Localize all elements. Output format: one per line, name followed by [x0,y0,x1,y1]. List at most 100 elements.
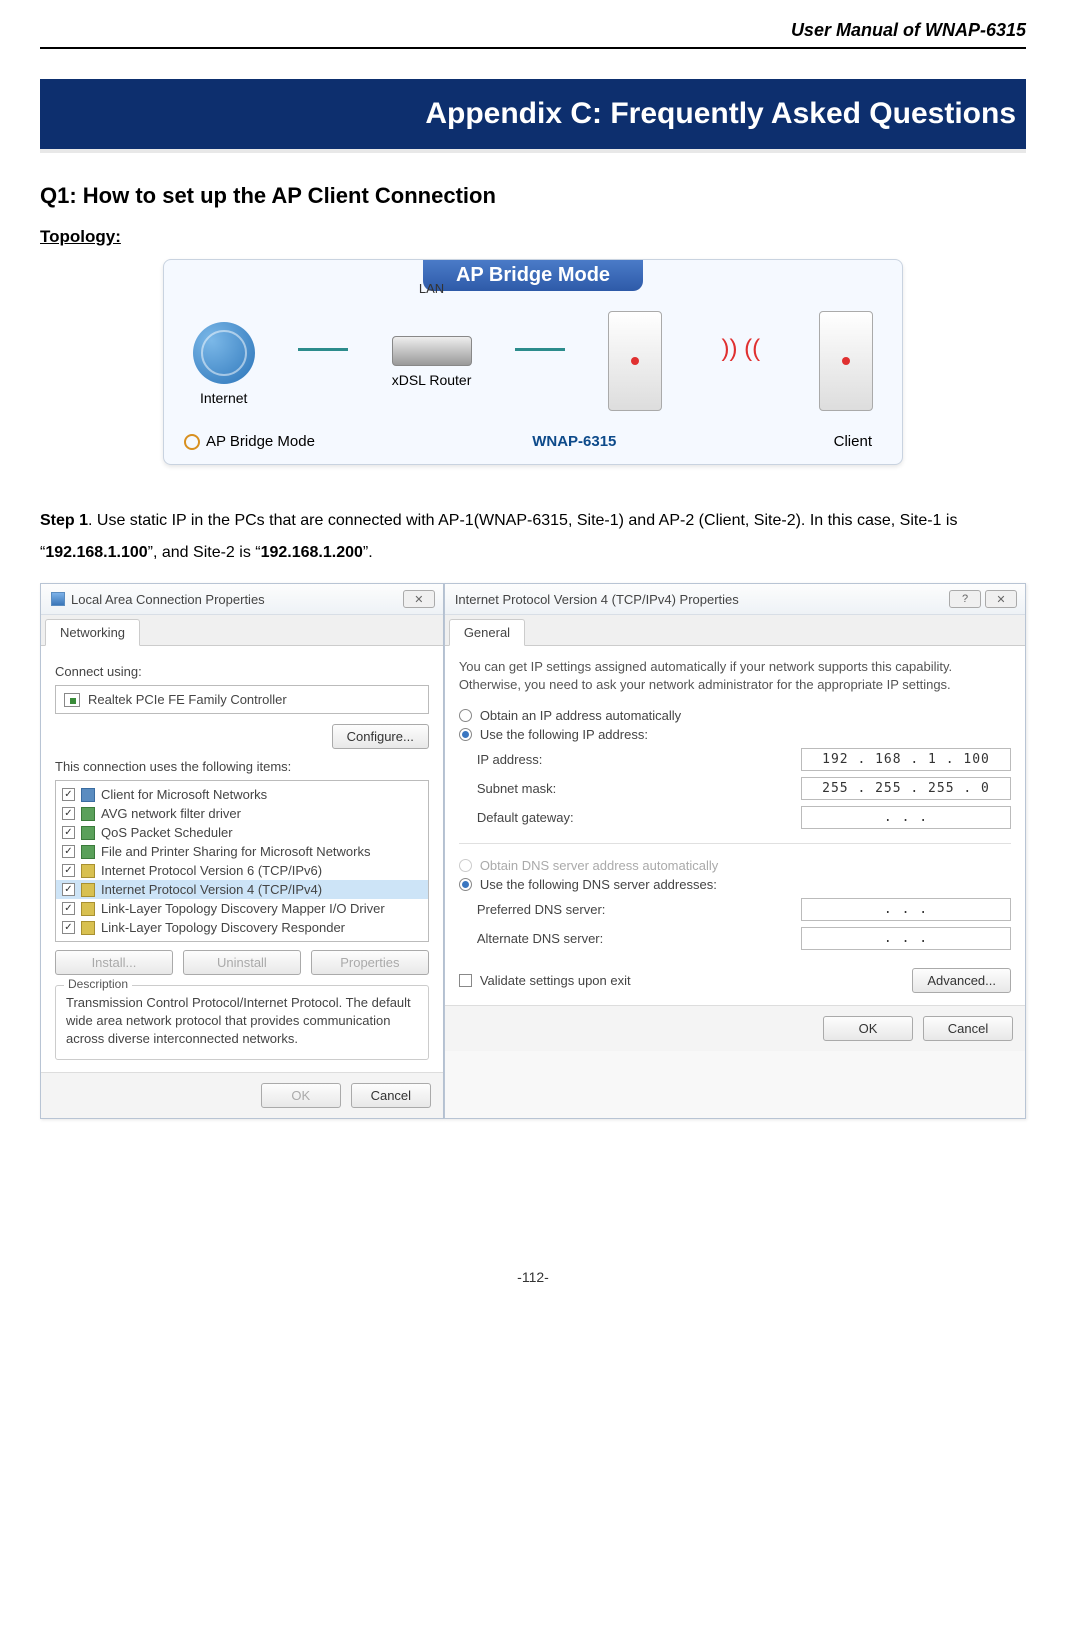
page-number: -112- [40,1269,1026,1285]
router-label: xDSL Router [392,372,472,388]
ip-address-input[interactable]: 192 . 168 . 1 . 100 [801,748,1011,771]
dialog-body: You can get IP settings assigned automat… [445,646,1025,1005]
dialog-titlebar: Internet Protocol Version 4 (TCP/IPv4) P… [445,584,1025,615]
default-gateway-label: Default gateway: [477,810,574,825]
radio-icon-selected[interactable] [459,728,472,741]
cancel-button[interactable]: Cancel [351,1083,431,1108]
help-button[interactable]: ? [949,590,981,608]
validate-label: Validate settings upon exit [480,973,631,988]
adapter-selector[interactable]: Realtek PCIe FE Family Controller [55,685,429,714]
radio-use-ip[interactable]: Use the following IP address: [459,727,1011,742]
item-label: AVG network filter driver [101,806,241,821]
list-item[interactable]: ✓ AVG network filter driver [56,804,428,823]
client-device-icon [819,311,873,411]
list-item[interactable]: ✓Link-Layer Topology Discovery Responder [56,918,428,937]
item-label: Internet Protocol Version 4 (TCP/IPv4) [101,882,322,897]
item-label: Link-Layer Topology Discovery Mapper I/O… [101,901,385,916]
uninstall-button[interactable]: Uninstall [183,950,301,975]
item-label: Internet Protocol Version 6 (TCP/IPv6) [101,863,322,878]
protocol-icon [81,921,95,935]
manual-title: User Manual of WNAP-6315 [791,20,1026,40]
list-item[interactable]: ✓ QoS Packet Scheduler [56,823,428,842]
item-label: File and Printer Sharing for Microsoft N… [101,844,370,859]
properties-button[interactable]: Properties [311,950,429,975]
tab-general[interactable]: General [449,619,525,646]
checkbox-icon[interactable]: ✓ [62,845,75,858]
dialog-button-bar: OK Cancel [41,1072,443,1118]
adapter-name: Realtek PCIe FE Family Controller [88,692,287,707]
ip-fields: IP address: 192 . 168 . 1 . 100 Subnet m… [477,748,1011,829]
ok-button[interactable]: OK [823,1016,913,1041]
alternate-dns-input[interactable]: . . . [801,927,1011,950]
tab-row: General [445,615,1025,646]
router-icon [392,336,472,366]
checkbox-icon[interactable] [459,974,472,987]
protocol-icon [81,788,95,802]
close-button[interactable]: ✕ [403,590,435,608]
step1-paragraph: Step 1. Use static IP in the PCs that ar… [40,505,1026,569]
wireless-signal-icon: )) (( [706,335,776,363]
default-gateway-input[interactable]: . . . [801,806,1011,829]
subnet-mask-input[interactable]: 255 . 255 . 255 . 0 [801,777,1011,800]
list-item[interactable]: ✓ Client for Microsoft Networks [56,785,428,804]
dns-fields: Preferred DNS server: . . . Alternate DN… [477,898,1011,950]
advanced-button[interactable]: Advanced... [912,968,1011,993]
protocol-icon [81,902,95,916]
protocol-icon [81,826,95,840]
checkbox-icon[interactable]: ✓ [62,807,75,820]
checkbox-icon[interactable]: ✓ [62,788,75,801]
topology-figure: AP Bridge Mode Internet LAN xDSL Router … [40,259,1026,465]
checkbox-icon[interactable]: ✓ [62,826,75,839]
radio-auto-dns[interactable]: Obtain DNS server address automatically [459,858,1011,873]
radio-label: Use the following DNS server addresses: [480,877,717,892]
list-item[interactable]: ✓ Link-Layer Topology Discovery Mapper I/… [56,899,428,918]
tab-networking[interactable]: Networking [45,619,140,646]
protocol-icon [81,807,95,821]
adapter-icon [64,693,80,707]
radio-auto-ip[interactable]: Obtain an IP address automatically [459,708,1011,723]
dialog-title: Internet Protocol Version 4 (TCP/IPv4) P… [455,592,739,607]
ip-address-label: IP address: [477,752,543,767]
radio-label: Obtain an IP address automatically [480,708,681,723]
checkbox-icon[interactable]: ✓ [62,864,75,877]
topology-label: Topology: [40,227,1026,247]
dns-radio-group: Obtain DNS server address automatically … [459,843,1011,950]
install-button-row: Install... Uninstall Properties [55,950,429,975]
connection-items-list[interactable]: ✓ Client for Microsoft Networks ✓ AVG netw… [55,780,429,942]
radio-icon-selected[interactable] [459,878,472,891]
checkbox-icon[interactable]: ✓ [62,883,75,896]
ok-button[interactable]: OK [261,1083,341,1108]
checkbox-icon[interactable]: ✓ [62,902,75,915]
topo-line-2 [515,348,565,351]
topo-client [819,311,873,417]
validate-row: Validate settings upon exit Advanced... [459,968,1011,993]
topo-internet: Internet [193,322,255,406]
device-icon [608,311,662,411]
dialog-body: Connect using: Realtek PCIe FE Family Co… [41,646,443,1072]
radio-icon[interactable] [459,709,472,722]
tab-row: Networking [41,615,443,646]
list-item[interactable]: ✓ File and Printer Sharing for Microsoft … [56,842,428,861]
close-button[interactable]: ✕ [985,590,1017,608]
info-paragraph: You can get IP settings assigned automat… [459,658,1011,694]
dialog-button-bar: OK Cancel [445,1005,1025,1051]
list-item[interactable]: ✓ Internet Protocol Version 6 (TCP/IPv6) [56,861,428,880]
validate-checkbox-row[interactable]: Validate settings upon exit [459,973,631,988]
item-label: QoS Packet Scheduler [101,825,233,840]
radio-use-dns[interactable]: Use the following DNS server addresses: [459,877,1011,892]
list-item-selected[interactable]: ✓ Internet Protocol Version 4 (TCP/IPv4) [56,880,428,899]
preferred-dns-input[interactable]: . . . [801,898,1011,921]
dialogs-row: Local Area Connection Properties ✕ Netwo… [40,583,1026,1119]
mode-label: AP Bridge Mode [206,433,315,450]
topology-content: Internet LAN xDSL Router )) (( [164,291,902,427]
led-icon [842,357,850,365]
dialog-local-area-connection: Local Area Connection Properties ✕ Netwo… [40,583,444,1119]
item-label: Client for Microsoft Networks [101,787,267,802]
preferred-dns-label: Preferred DNS server: [477,902,606,917]
install-button[interactable]: Install... [55,950,173,975]
radio-label: Use the following IP address: [480,727,648,742]
checkbox-icon[interactable]: ✓ [62,921,75,934]
configure-button[interactable]: Configure... [332,724,429,749]
led-icon [631,357,639,365]
cancel-button[interactable]: Cancel [923,1016,1013,1041]
